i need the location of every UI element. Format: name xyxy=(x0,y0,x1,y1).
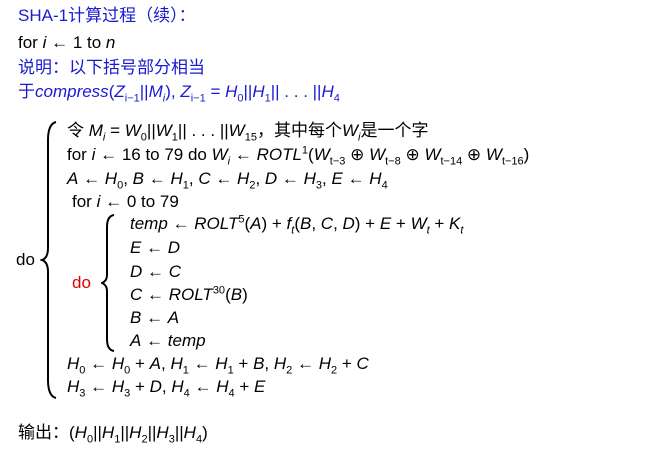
outer-loop-line: for i ← 1 to n xyxy=(18,33,116,52)
inner-line-2: E ← D xyxy=(130,238,181,257)
inner-line-3: D ← C xyxy=(130,262,182,281)
note-line: 说明：以下括号部分相当 xyxy=(18,58,205,78)
slide-title: SHA-1计算过程（续）： xyxy=(18,6,196,25)
body-line-1: 令 Mi = W0||W1|| . . . ||W15，其中每个Wi是一个字 xyxy=(67,121,429,144)
output-line: 输出：(H0||H1||H2||H3||H4) xyxy=(18,423,208,446)
inner-line-6: A ← temp xyxy=(130,331,206,350)
inner-do-label: do xyxy=(72,273,91,292)
outer-do-label: do xyxy=(16,250,35,269)
body-line-6: H3 ← H3 + D, H4 ← H4 + E xyxy=(67,377,266,400)
compress-line: 于compress(Zi−1||Mi), Zi−1 = H0||H1|| . .… xyxy=(18,82,340,105)
body-line-4: for i ← 0 to 79 xyxy=(72,192,179,211)
outer-brace xyxy=(40,120,60,400)
body-line-5: H0 ← H0 + A, H1 ← H1 + B, H2 ← H2 + C xyxy=(67,354,369,377)
inner-line-1: temp ← ROLT5(A) + ft(B, C, D) + E + Wt +… xyxy=(130,213,464,237)
inner-line-4: C ← ROLT30(B) xyxy=(130,284,248,304)
body-line-3: A ← H0, B ← H1, C ← H2, D ← H3, E ← H4 xyxy=(67,169,388,192)
inner-line-5: B ← A xyxy=(130,308,180,327)
body-line-2: for i ← 16 to 79 do Wi ← ROTL1(Wt−3 ⊕ Wt… xyxy=(67,144,530,168)
inner-brace xyxy=(101,213,117,353)
